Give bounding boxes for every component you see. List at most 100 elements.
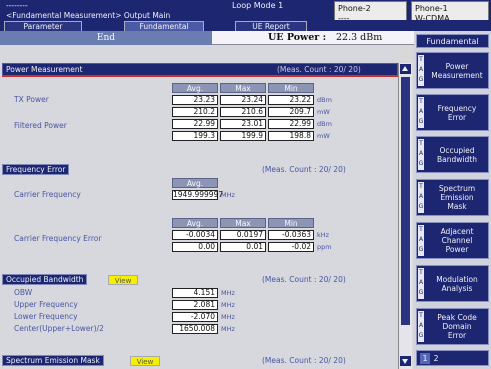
col-avg-header: Avg. xyxy=(172,218,218,228)
tag-icon: TAG xyxy=(418,311,424,342)
unit-mw: mW xyxy=(317,132,330,140)
tag-icon: TAG xyxy=(418,139,424,170)
unit-mhz: MHz xyxy=(221,191,235,199)
power-meas-count: (Meas. Count : 20/ 20) xyxy=(277,65,361,74)
menu-page-1[interactable]: 1 xyxy=(420,353,430,364)
softkey-power-measurement[interactable]: TAG Power Measurement xyxy=(416,52,489,89)
softkey-menu: Fundamental TAG Power Measurement TAG Fr… xyxy=(414,31,491,369)
tab-fundamental[interactable]: Fundamental xyxy=(124,21,204,31)
tab-ue-report[interactable]: UE Report xyxy=(235,21,307,31)
unit-khz: kHz xyxy=(317,231,330,239)
power-measurement-title: Power Measurement xyxy=(6,65,83,74)
menu-page-selector: 1 2 xyxy=(416,350,489,366)
power-measurement-header[interactable]: Power Measurement (Meas. Count : 20/ 20) xyxy=(2,63,398,76)
menu-title: Fundamental xyxy=(416,34,489,48)
results-scrollbar[interactable] xyxy=(398,63,412,369)
ue-power-label: UE Power : xyxy=(268,32,327,43)
softkey-label: Adjacent Channel Power xyxy=(440,227,474,254)
col-max-header: Max xyxy=(220,218,266,228)
filtered-power-min-mw: 198.8 xyxy=(268,131,314,141)
menu-page-2[interactable]: 2 xyxy=(431,353,441,364)
tx-power-avg-mw: 210.2 xyxy=(172,107,218,117)
results-panel: Power Measurement (Meas. Count : 20/ 20)… xyxy=(0,46,398,369)
freq-error-max-ppm: 0.01 xyxy=(220,242,266,252)
col-min-header: Min xyxy=(268,218,314,228)
carrier-frequency-error-label: Carrier Frequency Error xyxy=(14,234,102,243)
section-divider xyxy=(2,76,398,77)
softkey-adjacent-channel-power[interactable]: TAG Adjacent Channel Power xyxy=(416,222,489,259)
softkey-occupied-bandwidth[interactable]: TAG Occupied Bandwidth xyxy=(416,136,489,173)
unit-dbm: dBm xyxy=(317,96,332,104)
softkey-peak-code-domain-error[interactable]: TAG Peak Code Domain Error xyxy=(416,308,489,345)
unit-mw: mW xyxy=(317,108,330,116)
scroll-down-arrow-icon[interactable] xyxy=(400,356,411,366)
tx-power-min-dbm: 23.22 xyxy=(268,95,314,105)
unit-mhz: MHz xyxy=(221,289,235,297)
carrier-frequency-value: 1949.999997 xyxy=(172,190,224,200)
col-max-header: Max xyxy=(220,83,266,93)
unit-mhz: MHz xyxy=(221,313,235,321)
softkey-label: Modulation Analysis xyxy=(436,274,478,293)
obw-value: 4.151 xyxy=(172,288,218,298)
obw-label: OBW xyxy=(14,288,33,297)
col-avg-header: Avg. xyxy=(172,83,218,93)
tab-parameter[interactable]: Parameter xyxy=(4,21,82,31)
softkey-frequency-error[interactable]: TAG Frequency Error xyxy=(416,94,489,131)
lower-frequency-value: -2.070 xyxy=(172,312,218,322)
frequency-error-header[interactable]: Frequency Error xyxy=(2,164,70,175)
tx-power-label: TX Power xyxy=(14,95,49,104)
softkey-label: Frequency Error xyxy=(437,103,477,122)
phone-1-name: Phone-1 xyxy=(415,4,448,13)
softkey-label: Spectrum Emission Mask xyxy=(438,184,476,211)
col-avg-header: Avg. xyxy=(172,178,218,188)
tx-power-max-dbm: 23.24 xyxy=(220,95,266,105)
center-frequency-label: Center(Upper+Lower)/2 xyxy=(14,324,104,333)
filtered-power-min-dbm: 22.99 xyxy=(268,119,314,129)
status-bar: End UE Power : 22.3 dBm xyxy=(0,31,414,45)
tag-icon: TAG xyxy=(418,225,424,256)
filtered-power-label: Filtered Power xyxy=(14,121,67,130)
phone-2-name: Phone-2 xyxy=(338,4,371,13)
tx-power-avg-dbm: 23.23 xyxy=(172,95,218,105)
filtered-power-avg-dbm: 22.99 xyxy=(172,119,218,129)
scroll-thumb[interactable] xyxy=(401,77,410,325)
filtered-power-max-mw: 199.9 xyxy=(220,131,266,141)
ue-power-value: 22.3 dBm xyxy=(336,32,383,43)
scroll-up-arrow-icon[interactable] xyxy=(400,64,411,74)
obw-meas-count: (Meas. Count : 20/ 20) xyxy=(262,275,346,284)
softkey-label: Power Measurement xyxy=(431,61,483,80)
tx-power-min-mw: 209.7 xyxy=(268,107,314,117)
freq-meas-count: (Meas. Count : 20/ 20) xyxy=(262,165,346,174)
softkey-modulation-analysis[interactable]: TAG Modulation Analysis xyxy=(416,265,489,302)
freq-error-min-khz: -0.0363 xyxy=(268,230,314,240)
unit-dbm: dBm xyxy=(317,120,332,128)
sem-view-button[interactable]: View xyxy=(130,356,160,366)
upper-frequency-label: Upper Frequency xyxy=(14,300,78,309)
sem-meas-count: (Meas. Count : 20/ 20) xyxy=(262,356,346,365)
filtered-power-max-dbm: 23.01 xyxy=(220,119,266,129)
freq-error-min-ppm: -0.02 xyxy=(268,242,314,252)
upper-frequency-value: 2.081 xyxy=(172,300,218,310)
tag-icon: TAG xyxy=(418,268,424,299)
lower-frequency-label: Lower Frequency xyxy=(14,312,78,321)
carrier-frequency-label: Carrier Frequency xyxy=(14,190,81,199)
title-line-1: -------- xyxy=(6,1,28,10)
softkey-label: Peak Code Domain Error xyxy=(437,313,477,340)
col-min-header: Min xyxy=(268,83,314,93)
tag-icon: TAG xyxy=(418,182,424,213)
obw-view-button[interactable]: View xyxy=(108,275,138,285)
measurement-state: End xyxy=(0,31,212,45)
freq-error-max-khz: 0.0197 xyxy=(220,230,266,240)
freq-error-avg-khz: -0.0034 xyxy=(172,230,218,240)
softkey-spectrum-emission-mask[interactable]: TAG Spectrum Emission Mask xyxy=(416,179,489,216)
spectrum-emission-mask-header[interactable]: Spectrum Emission Mask xyxy=(2,355,104,366)
loop-mode-label: Loop Mode 1 xyxy=(232,1,284,10)
unit-mhz: MHz xyxy=(221,301,235,309)
softkey-label: Occupied Bandwidth xyxy=(437,145,477,164)
occupied-bandwidth-header[interactable]: Occupied Bandwidth xyxy=(2,274,88,285)
unit-mhz: MHz xyxy=(221,325,235,333)
tab-bar: Parameter Fundamental UE Report xyxy=(0,20,491,31)
tag-icon: TAG xyxy=(418,55,424,86)
tx-power-max-mw: 210.6 xyxy=(220,107,266,117)
center-frequency-value: 1650.008 xyxy=(172,324,218,334)
